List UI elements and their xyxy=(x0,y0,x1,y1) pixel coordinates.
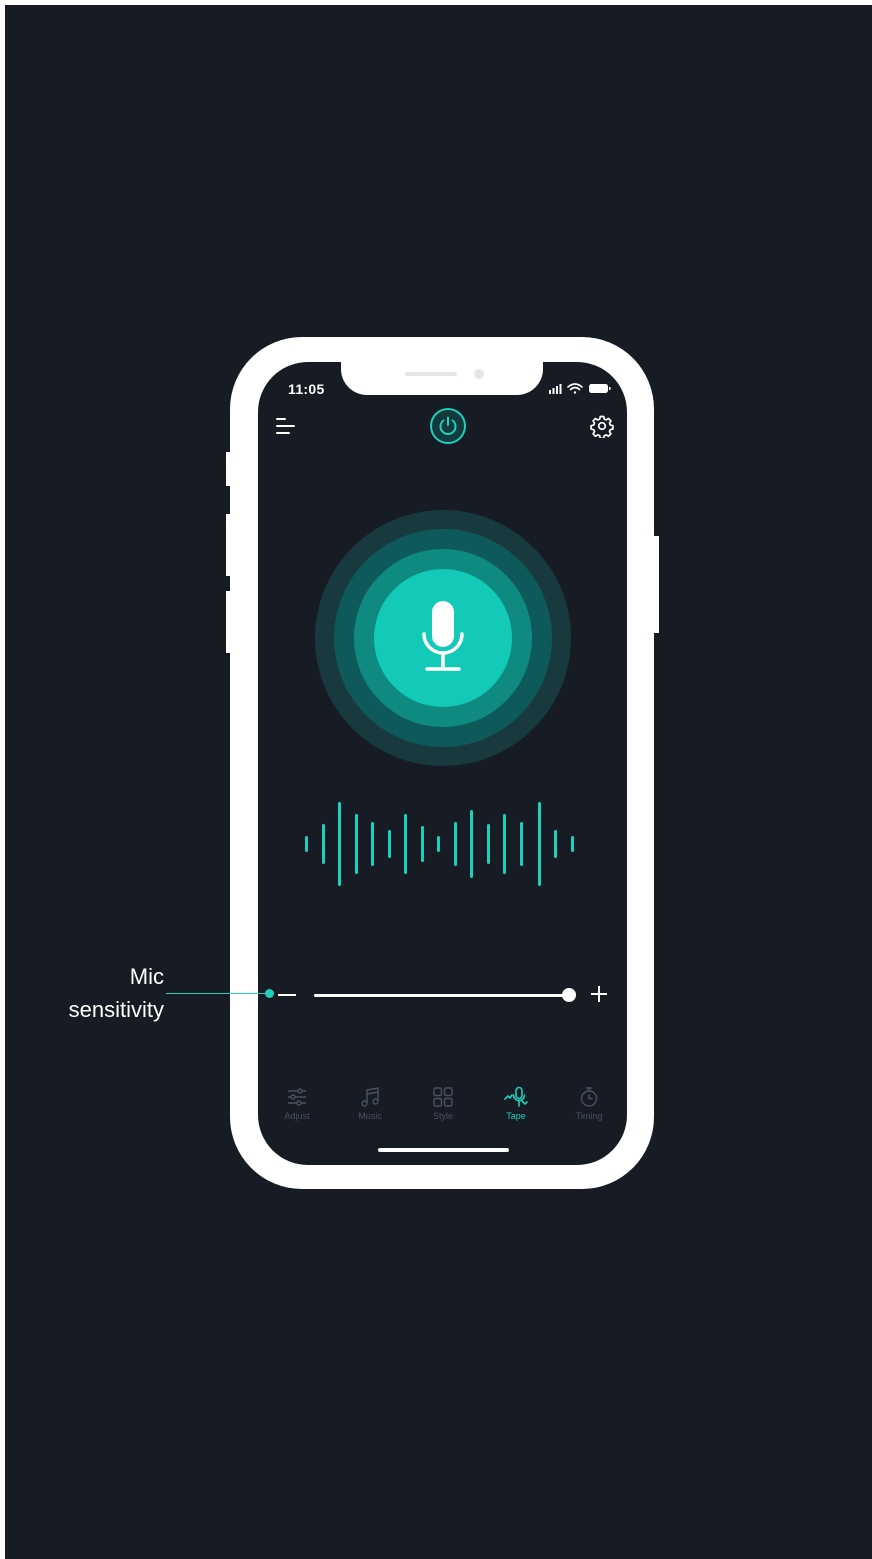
wave-bar xyxy=(437,836,440,852)
microphone-icon xyxy=(422,601,464,671)
status-time: 11:05 xyxy=(288,381,325,397)
audio-waveform xyxy=(305,802,574,886)
tab-label: Tape xyxy=(506,1111,526,1121)
music-note-icon xyxy=(361,1087,379,1107)
sensitivity-slider-thumb[interactable] xyxy=(562,988,576,1002)
tab-adjust[interactable]: Adjust xyxy=(267,1086,327,1121)
annotation-line-2: sensitivity xyxy=(68,997,164,1022)
power-icon xyxy=(439,416,457,435)
tab-style[interactable]: Style xyxy=(413,1086,473,1121)
tab-label: Music xyxy=(358,1111,382,1121)
wave-bar xyxy=(503,814,506,874)
status-icons xyxy=(549,383,611,394)
wave-bar xyxy=(338,802,341,886)
wave-bar xyxy=(355,814,358,874)
timer-icon xyxy=(580,1087,598,1107)
phone-volume-down xyxy=(226,591,234,653)
annotation-line-1: Mic xyxy=(129,964,164,989)
wave-bar xyxy=(487,824,490,864)
decrease-sensitivity-button[interactable] xyxy=(278,994,296,996)
increase-sensitivity-button[interactable] xyxy=(589,984,609,1004)
sliders-icon xyxy=(288,1088,306,1106)
home-indicator xyxy=(378,1148,509,1152)
signal-icon xyxy=(549,384,562,394)
mic-sensitivity-annotation: Mic sensitivity xyxy=(40,960,164,1026)
wave-bar xyxy=(322,824,325,864)
wave-bar xyxy=(305,836,308,852)
wave-bar xyxy=(520,822,523,866)
menu-icon[interactable] xyxy=(275,416,297,436)
tab-tape[interactable]: Tape xyxy=(486,1086,546,1121)
tab-label: Timing xyxy=(575,1111,603,1121)
tab-timing[interactable]: Timing xyxy=(559,1086,619,1121)
battery-icon xyxy=(589,384,611,393)
tab-label: Style xyxy=(432,1111,453,1121)
bottom-tab-bar: Adjust Music Style Tape Timing xyxy=(258,1086,627,1136)
phone-power-side xyxy=(651,536,659,633)
sensitivity-slider-track[interactable] xyxy=(314,994,570,997)
power-button[interactable] xyxy=(430,408,466,444)
phone-speaker xyxy=(405,372,457,376)
wave-bar xyxy=(371,822,374,866)
wave-bar xyxy=(470,810,473,878)
phone-camera xyxy=(474,369,484,379)
wave-bar xyxy=(571,836,574,852)
wave-bar xyxy=(554,830,557,858)
wave-bar xyxy=(421,826,424,862)
phone-volume-up xyxy=(226,514,234,576)
phone-silent-switch xyxy=(226,452,234,486)
tab-label: Adjust xyxy=(284,1111,310,1121)
gear-icon[interactable] xyxy=(590,414,614,438)
tab-music[interactable]: Music xyxy=(340,1086,400,1121)
wave-bar xyxy=(388,830,391,858)
annotation-callout-dot xyxy=(265,989,274,998)
wave-bar xyxy=(538,802,541,886)
wifi-icon xyxy=(567,383,583,394)
wave-bar xyxy=(454,822,457,866)
wave-bar xyxy=(404,814,407,874)
tape-mic-icon xyxy=(504,1086,528,1107)
grid-icon xyxy=(433,1087,453,1107)
annotation-callout-line xyxy=(166,993,270,994)
